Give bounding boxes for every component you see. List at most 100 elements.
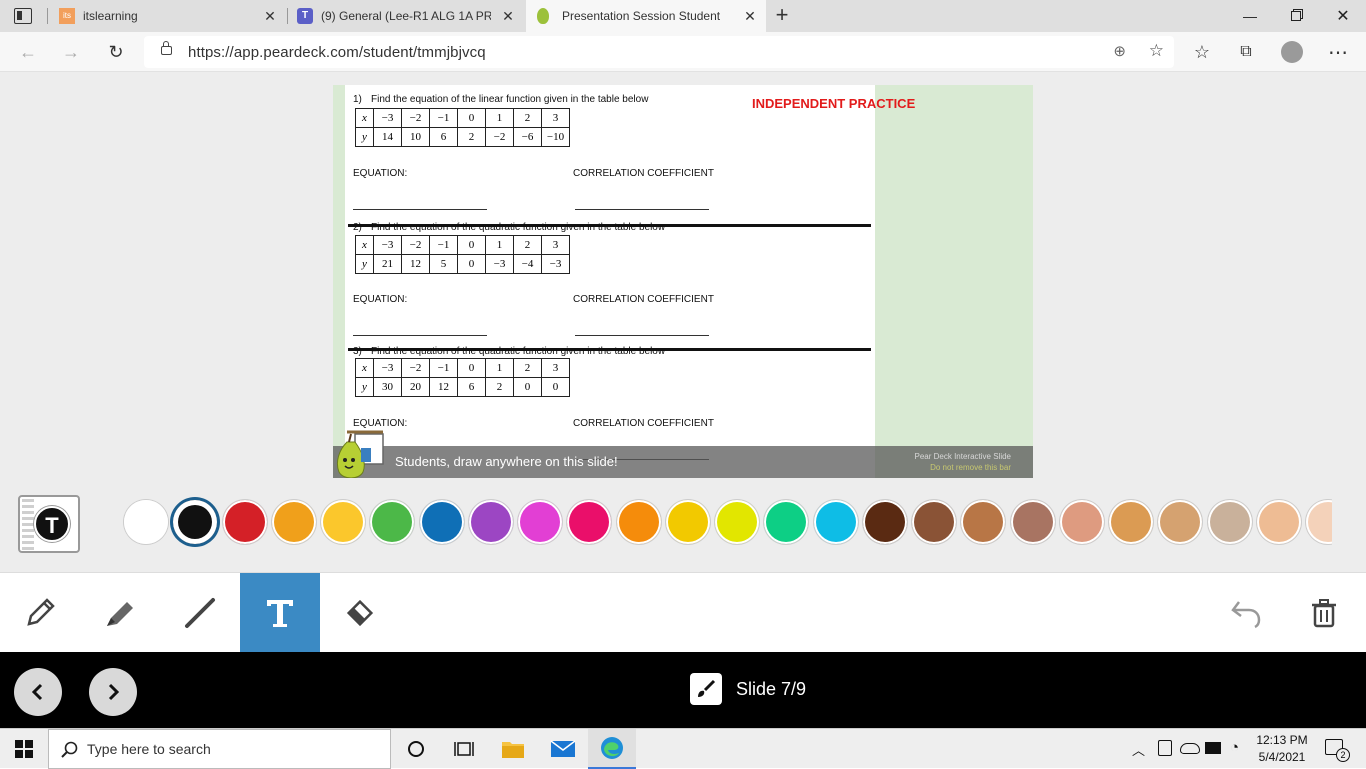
color-swatch[interactable] bbox=[862, 500, 907, 544]
color-swatch[interactable] bbox=[764, 500, 809, 544]
tab-separator bbox=[47, 8, 48, 24]
marker-icon bbox=[107, 602, 133, 626]
url-text: https://app.peardeck.com/student/tmmjbjv… bbox=[188, 43, 486, 61]
close-tab-icon[interactable]: ✕ bbox=[262, 8, 278, 24]
forward-icon[interactable]: → bbox=[55, 36, 87, 68]
delete-button[interactable] bbox=[1284, 573, 1364, 653]
color-swatch[interactable] bbox=[567, 500, 612, 544]
add-favorite-icon[interactable]: ☆ bbox=[1149, 41, 1164, 61]
peardeck-icon bbox=[537, 8, 549, 24]
table-row: y 30 20 12 6 2 0 0 bbox=[355, 377, 570, 397]
color-swatch[interactable] bbox=[321, 500, 365, 544]
line-tool[interactable] bbox=[160, 573, 240, 653]
url-bar[interactable]: https://app.peardeck.com/student/tmmjbjv… bbox=[144, 36, 1174, 68]
itslearning-icon: its bbox=[59, 8, 75, 24]
color-swatch[interactable] bbox=[370, 500, 415, 544]
color-swatch[interactable] bbox=[1207, 500, 1252, 544]
file-explorer-icon[interactable] bbox=[489, 729, 537, 769]
eraser-tool[interactable] bbox=[320, 573, 400, 653]
restore-icon[interactable] bbox=[1273, 0, 1319, 32]
previous-slide-button[interactable] bbox=[14, 668, 62, 716]
color-swatch[interactable] bbox=[715, 500, 759, 544]
color-swatch[interactable] bbox=[419, 500, 464, 544]
color-swatch[interactable] bbox=[124, 500, 168, 544]
color-swatch[interactable] bbox=[1306, 500, 1332, 544]
windows-start-icon[interactable] bbox=[0, 729, 48, 769]
color-swatch[interactable] bbox=[1010, 500, 1055, 544]
edge-browser-icon[interactable] bbox=[588, 729, 636, 769]
meet-now-icon[interactable] bbox=[1158, 740, 1172, 756]
color-swatch[interactable] bbox=[173, 500, 218, 544]
color-swatch[interactable] bbox=[468, 500, 513, 544]
zoom-icon[interactable]: ⊕ bbox=[1113, 42, 1126, 60]
collections-icon[interactable]: ⧉ bbox=[1230, 36, 1262, 68]
color-swatch[interactable] bbox=[813, 500, 858, 544]
search-icon bbox=[61, 741, 78, 758]
notification-count: 2 bbox=[1336, 748, 1350, 762]
text-tool[interactable] bbox=[240, 573, 320, 653]
color-swatch[interactable] bbox=[518, 500, 562, 544]
onedrive-icon[interactable] bbox=[1180, 743, 1200, 754]
color-swatch[interactable] bbox=[961, 500, 1006, 544]
correlation-label: CORRELATION COEFFICIENT bbox=[573, 418, 714, 429]
show-hidden-icons[interactable]: ︿ bbox=[1132, 740, 1145, 759]
taskbar-clock[interactable]: 12:13 PM 5/4/2021 bbox=[1252, 732, 1312, 766]
cortana-icon[interactable] bbox=[392, 729, 440, 769]
tab-itslearning[interactable]: its itslearning ✕ bbox=[50, 0, 286, 32]
answer-line bbox=[575, 209, 709, 210]
slide-label: Slide 7/9 bbox=[736, 678, 807, 699]
table-row: x −3 −2 −1 0 1 2 3 bbox=[355, 108, 570, 128]
paintbrush-icon bbox=[690, 673, 722, 705]
trash-icon bbox=[1312, 599, 1336, 628]
slide[interactable]: 1) Find the equation of the linear functi… bbox=[333, 85, 1033, 478]
more-icon[interactable]: ⋯ bbox=[1322, 36, 1354, 68]
tab-actions-icon[interactable] bbox=[14, 8, 32, 24]
browser-tab-bar: its itslearning ✕ T (9) General (Lee-R1 … bbox=[0, 0, 1366, 32]
color-swatch[interactable] bbox=[616, 500, 661, 544]
pear-mascot-icon bbox=[336, 430, 384, 478]
color-swatch[interactable] bbox=[271, 500, 316, 544]
back-icon[interactable]: ← bbox=[12, 36, 44, 68]
question-3-table: x −3 −2 −1 0 1 2 3 y 30 20 12 6 2 0 0 bbox=[355, 358, 570, 397]
lock-icon bbox=[161, 41, 172, 55]
profile-avatar[interactable] bbox=[1276, 36, 1308, 68]
color-swatch[interactable] bbox=[1256, 500, 1301, 544]
clock-date: 5/4/2021 bbox=[1258, 750, 1306, 764]
color-swatch[interactable] bbox=[665, 500, 710, 544]
close-tab-icon[interactable]: ✕ bbox=[742, 8, 758, 24]
tab-label: Presentation Session Student bbox=[562, 9, 721, 23]
table-row: x −3 −2 −1 0 1 2 3 bbox=[355, 358, 570, 378]
color-swatch[interactable] bbox=[912, 500, 956, 544]
color-swatch[interactable] bbox=[222, 500, 267, 544]
mail-icon[interactable] bbox=[539, 729, 587, 769]
close-window-icon[interactable]: ✕ bbox=[1320, 0, 1366, 32]
color-swatch[interactable] bbox=[1158, 500, 1203, 544]
battery-icon[interactable] bbox=[1205, 742, 1221, 754]
undo-button[interactable] bbox=[1206, 573, 1286, 653]
address-toolbar: ← → ↻ https://app.peardeck.com/student/t… bbox=[0, 32, 1366, 72]
next-slide-button[interactable] bbox=[89, 668, 137, 716]
notifications-icon[interactable]: 2 bbox=[1325, 739, 1350, 762]
pencil-tool[interactable] bbox=[0, 573, 80, 653]
task-view-icon[interactable] bbox=[440, 729, 488, 769]
undo-icon bbox=[1231, 601, 1261, 629]
favorites-icon[interactable]: ☆ bbox=[1186, 36, 1218, 68]
wifi-icon[interactable]: ◔ bbox=[1230, 739, 1239, 756]
pencil-icon bbox=[27, 598, 55, 626]
question-2-title: 2) Find the equation of the quadratic fun… bbox=[353, 222, 666, 233]
windows-taskbar: Type here to search ︿ ◔ 12:13 PM 5/4/202… bbox=[0, 728, 1366, 769]
taskbar-search-box[interactable]: Type here to search bbox=[48, 729, 391, 769]
close-tab-icon[interactable]: ✕ bbox=[500, 8, 516, 24]
color-swatch[interactable] bbox=[1109, 500, 1153, 544]
color-swatch[interactable] bbox=[1059, 500, 1104, 544]
text-tool-badge-icon: T bbox=[34, 506, 70, 542]
question-2-table: x −3 −2 −1 0 1 2 3 y 21 12 5 0 −3 −4 −3 bbox=[355, 235, 570, 274]
marker-tool[interactable] bbox=[80, 573, 160, 653]
refresh-icon[interactable]: ↻ bbox=[100, 36, 132, 68]
table-row: x −3 −2 −1 0 1 2 3 bbox=[355, 235, 570, 255]
minimize-icon[interactable]: — bbox=[1227, 0, 1273, 32]
tab-teams[interactable]: T (9) General (Lee-R1 ALG 1A PREA ✕ bbox=[288, 0, 524, 32]
equation-label: EQUATION: bbox=[353, 294, 408, 305]
new-tab-icon[interactable]: + bbox=[772, 4, 792, 26]
tab-peardeck[interactable]: Presentation Session Student ✕ bbox=[526, 0, 766, 32]
